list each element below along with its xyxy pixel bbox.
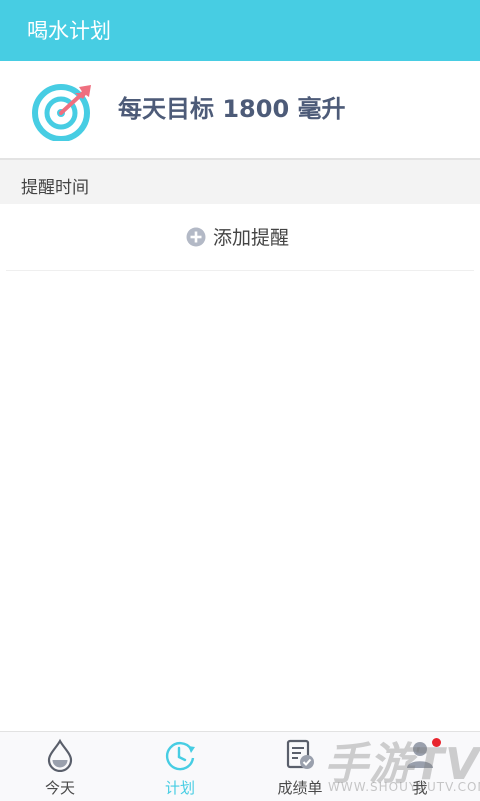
add-reminder-button[interactable]: 添加提醒 [6,205,474,271]
daily-goal-text: 每天目标 1800 毫升 [118,95,346,123]
page-title: 喝水计划 [27,19,111,43]
water-drop-icon [47,738,73,772]
plus-circle-icon [186,227,206,246]
notification-badge [432,738,441,747]
clock-icon [166,742,195,771]
tab-me[interactable]: 我 [360,732,480,801]
target-icon [32,84,91,141]
tab-plan-label: 计划 [164,779,195,797]
report-icon [286,739,314,769]
tab-plan[interactable]: 计划 [120,732,240,801]
add-reminder-label: 添加提醒 [213,227,290,249]
reminder-section-header: 提醒时间 [0,160,480,204]
tab-report-label: 成绩单 [277,779,323,797]
tab-report[interactable]: 成绩单 [240,732,360,801]
tab-today-label: 今天 [44,779,75,797]
tab-me-label: 我 [412,779,428,797]
app-header: 喝水计划 [0,0,480,61]
reminder-section-label: 提醒时间 [21,178,89,198]
daily-goal-card[interactable]: 每天目标 1800 毫升 [0,61,480,160]
tab-today[interactable]: 今天 [0,732,120,801]
bottom-tab-bar: 今天 计划 成绩单 我 [0,731,480,801]
